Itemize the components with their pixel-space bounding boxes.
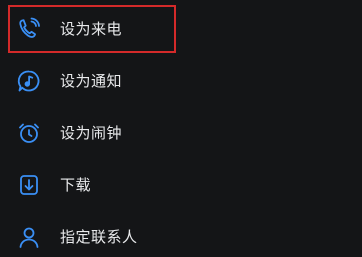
alarm-clock-icon — [17, 121, 41, 145]
phone-ring-icon — [17, 17, 41, 41]
menu-item-assign-contact[interactable]: 指定联系人 — [0, 217, 362, 257]
menu-item-set-as-alarm[interactable]: 设为闹钟 — [0, 113, 362, 153]
menu-item-label: 设为通知 — [60, 72, 123, 90]
download-icon — [17, 173, 41, 197]
menu-item-label: 设为来电 — [60, 20, 123, 38]
menu-item-set-as-ringtone[interactable]: 设为来电 — [0, 9, 362, 49]
menu-item-label: 下载 — [60, 176, 92, 194]
ringtone-options-menu: 设为来电 设为通知 设为闹钟 下载 指定联系人 — [0, 0, 362, 248]
menu-item-label: 指定联系人 — [60, 228, 138, 246]
person-icon — [17, 225, 41, 249]
music-note-bubble-icon — [17, 69, 41, 93]
menu-item-set-as-notification[interactable]: 设为通知 — [0, 61, 362, 101]
menu-item-download[interactable]: 下载 — [0, 165, 362, 205]
menu-item-label: 设为闹钟 — [60, 124, 123, 142]
